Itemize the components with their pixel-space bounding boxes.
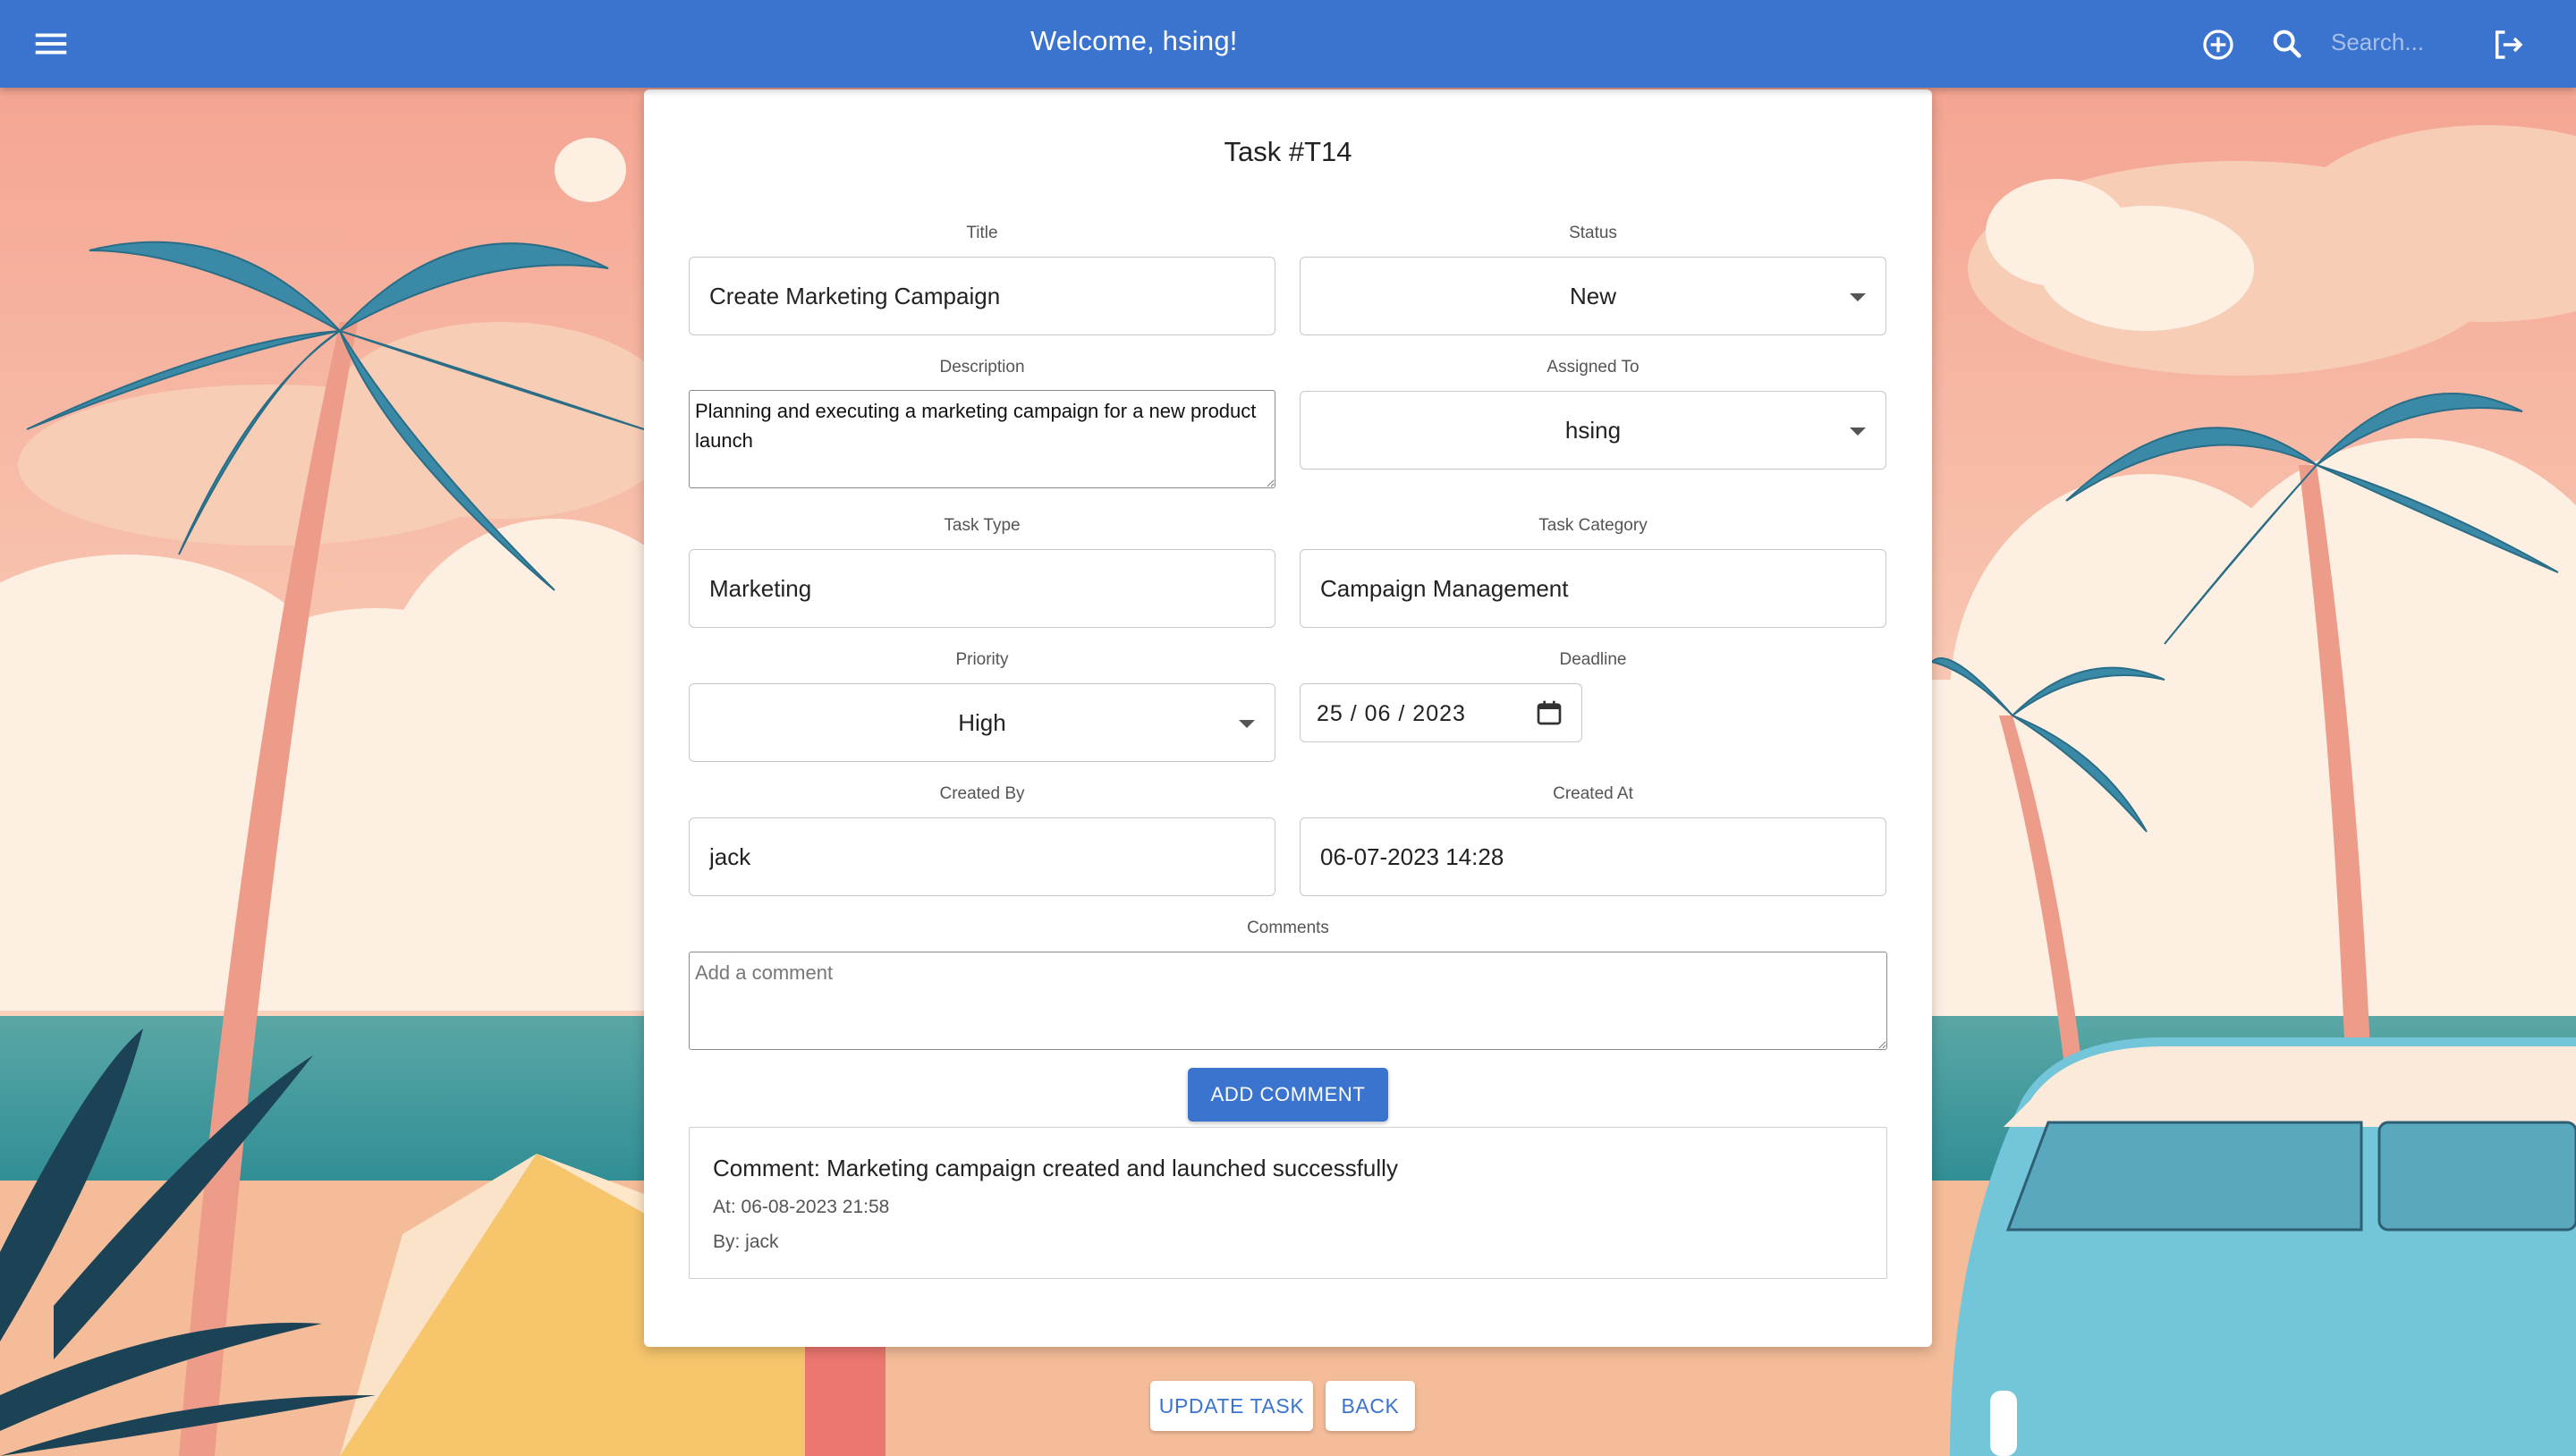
created-at-input[interactable] <box>1300 817 1886 896</box>
chevron-down-icon <box>1239 720 1255 728</box>
title-input[interactable] <box>689 257 1275 335</box>
priority-label: Priority <box>955 650 1009 669</box>
deadline-date-input[interactable]: 25 / 06 / 2023 <box>1300 683 1582 742</box>
logout-icon[interactable] <box>2489 26 2527 63</box>
comment-item: Comment: Marketing campaign created and … <box>689 1127 1887 1279</box>
add-circle-icon[interactable] <box>2200 27 2236 63</box>
status-select[interactable]: New <box>1300 257 1886 335</box>
status-label: Status <box>1569 224 1617 242</box>
welcome-title: Welcome, hsing! <box>1030 25 1238 56</box>
comment-textarea[interactable] <box>689 952 1887 1050</box>
chevron-down-icon <box>1850 427 1866 436</box>
comments-label: Comments <box>1247 918 1329 937</box>
deadline-label: Deadline <box>1559 650 1627 669</box>
created-by-input[interactable] <box>689 817 1275 896</box>
task-type-label: Task Type <box>944 516 1021 535</box>
chevron-down-icon <box>1850 293 1866 301</box>
comment-text: Comment: Marketing campaign created and … <box>713 1155 1398 1181</box>
menu-icon[interactable] <box>30 23 72 64</box>
status-value: New <box>1569 283 1616 309</box>
back-button[interactable]: BACK <box>1326 1381 1415 1431</box>
description-label: Description <box>939 358 1025 377</box>
assigned-to-select[interactable]: hsing <box>1300 391 1886 470</box>
task-category-input[interactable] <box>1300 549 1886 628</box>
app-bar: Welcome, hsing! <box>0 0 2576 88</box>
description-textarea[interactable]: Planning and executing a marketing campa… <box>689 390 1275 488</box>
task-card: Task #T14 Title Status New Description P… <box>644 89 1932 1347</box>
title-label: Title <box>966 224 998 242</box>
update-task-button[interactable]: UPDATE TASK <box>1150 1381 1313 1431</box>
priority-value: High <box>958 709 1006 736</box>
created-at-label: Created At <box>1553 784 1633 803</box>
task-category-label: Task Category <box>1538 516 1648 535</box>
task-heading: Task #T14 <box>1224 136 1352 167</box>
assigned-to-value: hsing <box>1564 417 1622 444</box>
task-type-input[interactable] <box>689 549 1275 628</box>
search-input[interactable] <box>2331 23 2465 61</box>
priority-select[interactable]: High <box>689 683 1275 762</box>
deadline-value: 25 / 06 / 2023 <box>1317 701 1466 726</box>
created-by-label: Created By <box>939 784 1025 803</box>
assigned-to-label: Assigned To <box>1546 358 1640 377</box>
calendar-icon[interactable] <box>1535 698 1563 727</box>
comment-author: By: jack <box>713 1232 779 1252</box>
add-comment-button[interactable]: ADD COMMENT <box>1188 1068 1388 1122</box>
comment-timestamp: At: 06-08-2023 21:58 <box>713 1197 890 1217</box>
search-icon <box>2273 30 2301 58</box>
